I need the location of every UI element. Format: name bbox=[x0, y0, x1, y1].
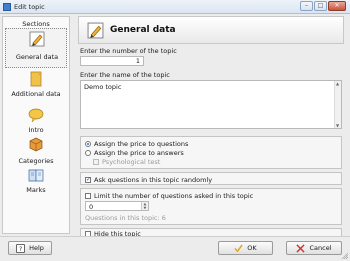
price-questions-option[interactable]: Assign the price to questions bbox=[85, 140, 188, 148]
sections-header: Sections bbox=[22, 20, 50, 28]
random-group: ✓ Ask questions in this topic randomly bbox=[80, 172, 342, 185]
checkmark-icon bbox=[234, 243, 243, 252]
general-data-form: Enter the number of the topic 1 Enter th… bbox=[76, 47, 346, 238]
note-icon bbox=[30, 71, 42, 87]
sidebar-item-general-data[interactable]: General data bbox=[5, 28, 67, 68]
svg-text:?: ? bbox=[19, 246, 22, 253]
sections-sidebar: Sections General data Additional data In… bbox=[2, 16, 70, 234]
box-icon bbox=[29, 137, 43, 152]
dialog-footer: ? Help OK Cancel bbox=[0, 236, 350, 261]
cancel-button[interactable]: Cancel bbox=[286, 241, 342, 255]
random-option[interactable]: ✓ Ask questions in this topic randomly bbox=[85, 176, 212, 184]
help-button[interactable]: ? Help bbox=[8, 241, 52, 255]
price-group: Assign the price to questions Assign the… bbox=[80, 136, 342, 169]
ok-label: OK bbox=[247, 244, 257, 252]
radio-button[interactable] bbox=[85, 150, 91, 156]
price-answers-label: Assign the price to answers bbox=[94, 149, 184, 157]
maximize-button[interactable]: □ bbox=[314, 1, 327, 11]
pencil-icon bbox=[29, 31, 45, 47]
page-title: General data bbox=[110, 25, 176, 35]
sidebar-item-additional-data[interactable]: Additional data bbox=[5, 69, 67, 109]
topic-name-value: Demo topic bbox=[84, 83, 122, 91]
sidebar-item-label: Additional data bbox=[11, 90, 61, 98]
limit-label: Limit the number of questions asked in t… bbox=[94, 192, 254, 200]
minimize-button[interactable]: – bbox=[300, 1, 313, 11]
window-title: Edit topic bbox=[14, 3, 45, 11]
spinner-arrows-icon[interactable]: ▲ ▼ bbox=[141, 202, 148, 210]
cancel-label: Cancel bbox=[309, 244, 332, 252]
topic-name-label: Enter the name of the topic bbox=[80, 71, 170, 79]
sidebar-item-label: General data bbox=[15, 53, 59, 61]
book-icon bbox=[28, 169, 44, 182]
random-label: Ask questions in this topic randomly bbox=[94, 176, 213, 184]
price-answers-option[interactable]: Assign the price to answers bbox=[85, 149, 184, 157]
help-icon: ? bbox=[16, 243, 26, 253]
limit-spinbox[interactable]: 0 ▲ ▼ bbox=[85, 201, 149, 211]
title-bar: Edit topic – □ ✕ bbox=[0, 0, 350, 14]
scroll-up-icon[interactable]: ▲ bbox=[336, 81, 339, 86]
help-label: Help bbox=[29, 244, 44, 252]
limit-checkbox[interactable] bbox=[85, 193, 91, 199]
psychological-test-option: Psychological test bbox=[93, 158, 160, 166]
limit-value: 0 bbox=[89, 203, 94, 211]
limit-group: Limit the number of questions asked in t… bbox=[80, 188, 342, 225]
sidebar-item-label: Marks bbox=[26, 186, 46, 194]
topic-name-textarea[interactable]: Demo topic ▲ ▼ bbox=[80, 80, 342, 129]
app-icon bbox=[3, 3, 11, 11]
sidebar-item-label: Intro bbox=[28, 126, 44, 134]
sidebar-item-marks[interactable]: Marks bbox=[5, 165, 67, 205]
radio-button[interactable] bbox=[85, 141, 91, 147]
resize-grip-icon[interactable] bbox=[342, 253, 348, 259]
psychological-test-label: Psychological test bbox=[102, 158, 161, 166]
ok-button[interactable]: OK bbox=[218, 241, 273, 255]
scroll-down-icon[interactable]: ▼ bbox=[336, 123, 339, 128]
topic-number-input[interactable]: 1 bbox=[80, 56, 144, 66]
cancel-icon bbox=[296, 243, 306, 253]
pencil-icon bbox=[87, 22, 104, 39]
textarea-scrollbar[interactable]: ▲ ▼ bbox=[334, 81, 341, 128]
close-button[interactable]: ✕ bbox=[328, 1, 346, 11]
questions-count: Questions in this topic: 6 bbox=[85, 214, 166, 222]
psychological-test-checkbox bbox=[93, 159, 99, 165]
dialog-body: Sections General data Additional data In… bbox=[0, 14, 350, 261]
speech-bubble-icon bbox=[28, 108, 44, 123]
random-checkbox[interactable]: ✓ bbox=[85, 177, 91, 183]
limit-option[interactable]: Limit the number of questions asked in t… bbox=[85, 192, 253, 200]
topic-number-label: Enter the number of the topic bbox=[80, 47, 177, 55]
section-header: General data bbox=[78, 16, 344, 44]
price-questions-label: Assign the price to questions bbox=[94, 140, 189, 148]
sidebar-item-label: Categories bbox=[18, 157, 54, 165]
